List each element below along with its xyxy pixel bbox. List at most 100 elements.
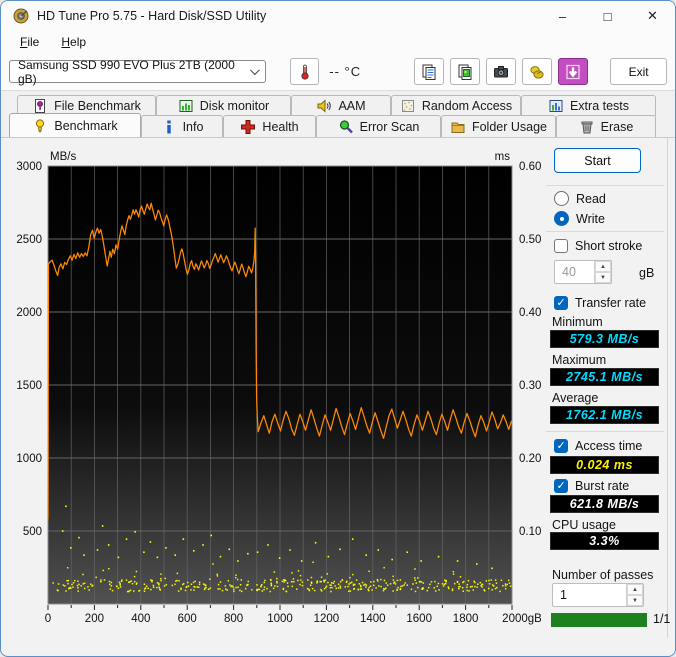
tab-random-access[interactable]: Random Access bbox=[391, 95, 521, 116]
download-arrow-icon bbox=[566, 64, 580, 79]
tab-extra-tests[interactable]: Extra tests bbox=[521, 95, 656, 116]
access-time-value: 0.024 ms bbox=[550, 456, 659, 474]
svg-text:800: 800 bbox=[224, 613, 243, 625]
pass-progress-bar bbox=[551, 613, 647, 627]
write-radio-row[interactable]: Write bbox=[554, 211, 605, 226]
access-time-row[interactable]: Access time bbox=[554, 439, 642, 453]
app-icon bbox=[13, 8, 29, 24]
thermometer-icon bbox=[300, 64, 309, 80]
cpu-usage-label: CPU usage bbox=[552, 518, 616, 532]
burst-rate-checkbox[interactable] bbox=[554, 479, 568, 493]
spinner-arrows[interactable]: ▲ ▼ bbox=[626, 584, 643, 606]
svg-text:1000: 1000 bbox=[267, 613, 293, 625]
tab-erase[interactable]: Erase bbox=[556, 115, 656, 137]
svg-text:1600: 1600 bbox=[406, 613, 432, 625]
average-value: 1762.1 MB/s bbox=[550, 406, 659, 424]
spin-up-icon: ▲ bbox=[627, 584, 643, 595]
menu-help[interactable]: Help bbox=[52, 33, 95, 51]
spin-down-icon: ▼ bbox=[627, 595, 643, 606]
copy-image-icon bbox=[458, 64, 472, 80]
drive-select-value: Samsung SSD 990 EVO Plus 2TB (2000 gB) bbox=[18, 57, 235, 86]
tab-info[interactable]: Info bbox=[141, 115, 223, 137]
close-button[interactable]: ✕ bbox=[630, 1, 675, 31]
temperature-button[interactable] bbox=[289, 58, 320, 85]
svg-text:1500: 1500 bbox=[16, 380, 42, 392]
benchmark-chart: 300025002000150010005000.600.500.400.300… bbox=[16, 151, 541, 625]
svg-text:0.20: 0.20 bbox=[519, 453, 541, 465]
svg-text:2000gB: 2000gB bbox=[502, 613, 541, 625]
toolbar: Samsung SSD 990 EVO Plus 2TB (2000 gB) -… bbox=[1, 53, 675, 91]
copy-screenshot-button[interactable] bbox=[450, 58, 481, 85]
svg-text:2500: 2500 bbox=[16, 234, 42, 246]
svg-text:1200: 1200 bbox=[314, 613, 340, 625]
burst-rate-row[interactable]: Burst rate bbox=[554, 479, 629, 493]
burst-rate-value: 621.8 MB/s bbox=[550, 495, 659, 513]
benchmark-page: 3000 2500 2000 1500 1000 500 0.60 0.50 0.40 0.30 0… bbox=[1, 138, 675, 654]
page-edge-line bbox=[667, 138, 668, 638]
tab-aam[interactable]: AAM bbox=[291, 95, 391, 116]
passes-spinner[interactable]: 1 ▲ ▼ bbox=[552, 583, 644, 607]
short-stroke-spinner[interactable]: 40 ▲ ▼ bbox=[554, 260, 612, 284]
access-time-checkbox[interactable] bbox=[554, 439, 568, 453]
svg-text:2000: 2000 bbox=[16, 307, 42, 319]
menu-bar: File Help bbox=[1, 31, 675, 53]
svg-text:400: 400 bbox=[131, 613, 150, 625]
svg-text:0.10: 0.10 bbox=[519, 526, 541, 538]
title-bar: HD Tune Pro 5.75 - Hard Disk/SSD Utility… bbox=[1, 1, 675, 31]
chevron-down-icon bbox=[249, 65, 260, 75]
copy-info-button[interactable] bbox=[414, 58, 445, 85]
speaker-icon bbox=[317, 99, 332, 113]
minimum-label: Minimum bbox=[552, 315, 603, 329]
save-screenshot-button[interactable] bbox=[486, 58, 517, 85]
svg-text:ms: ms bbox=[495, 151, 511, 163]
tab-error-scan[interactable]: Error Scan bbox=[316, 115, 441, 137]
short-stroke-checkbox[interactable] bbox=[554, 239, 568, 253]
transfer-rate-checkbox[interactable] bbox=[554, 296, 568, 310]
menu-file[interactable]: File bbox=[11, 33, 48, 51]
svg-text:0.60: 0.60 bbox=[519, 161, 541, 173]
toolbar-buttons bbox=[408, 58, 589, 85]
tab-row-lower: Benchmark Info Health Error Scan Folder … bbox=[1, 113, 675, 137]
tab-health[interactable]: Health bbox=[223, 115, 316, 137]
benchmark-icon bbox=[36, 118, 45, 132]
maximum-value: 2745.1 MB/s bbox=[550, 368, 659, 386]
random-access-icon bbox=[401, 100, 414, 112]
submit-icon bbox=[530, 65, 544, 79]
svg-text:MB/s: MB/s bbox=[50, 151, 76, 163]
download-results-button[interactable] bbox=[558, 58, 589, 85]
svg-text:600: 600 bbox=[178, 613, 197, 625]
start-button[interactable]: Start bbox=[554, 148, 641, 173]
short-stroke-row[interactable]: Short stroke bbox=[554, 239, 642, 253]
separator bbox=[546, 231, 664, 232]
trash-icon bbox=[581, 121, 593, 133]
submit-results-button[interactable] bbox=[522, 58, 553, 85]
svg-text:3000: 3000 bbox=[16, 161, 42, 173]
write-radio[interactable] bbox=[554, 211, 569, 226]
pass-progress-fill bbox=[551, 613, 647, 627]
svg-text:0.30: 0.30 bbox=[519, 380, 541, 392]
capacity-unit-label: gB bbox=[639, 266, 655, 280]
drive-select-dropdown[interactable]: Samsung SSD 990 EVO Plus 2TB (2000 gB) bbox=[9, 57, 266, 86]
maximum-label: Maximum bbox=[552, 353, 607, 367]
transfer-rate-row[interactable]: Transfer rate bbox=[554, 296, 646, 310]
minimize-button[interactable]: – bbox=[540, 1, 585, 31]
tab-benchmark[interactable]: Benchmark bbox=[9, 113, 141, 137]
exit-button[interactable]: Exit bbox=[610, 58, 667, 85]
spin-up-icon: ▲ bbox=[595, 261, 611, 272]
magnifier-icon bbox=[339, 119, 353, 133]
pass-progress-text: 1/1 bbox=[653, 612, 671, 626]
cpu-usage-value: 3.3% bbox=[550, 532, 659, 550]
copy-text-icon bbox=[422, 64, 436, 80]
svg-text:1000: 1000 bbox=[16, 453, 42, 465]
maximize-button[interactable]: □ bbox=[585, 1, 630, 31]
separator bbox=[546, 185, 664, 186]
tab-disk-monitor[interactable]: Disk monitor bbox=[156, 95, 291, 116]
spinner-arrows[interactable]: ▲ ▼ bbox=[594, 261, 611, 283]
tab-folder-usage[interactable]: Folder Usage bbox=[441, 115, 556, 137]
read-radio-row[interactable]: Read bbox=[554, 191, 606, 206]
read-radio[interactable] bbox=[554, 191, 569, 206]
svg-text:0.40: 0.40 bbox=[519, 307, 541, 319]
temperature-value: -- °C bbox=[329, 64, 362, 79]
window-title: HD Tune Pro 5.75 - Hard Disk/SSD Utility bbox=[37, 9, 267, 23]
window-controls: – □ ✕ bbox=[540, 1, 675, 31]
